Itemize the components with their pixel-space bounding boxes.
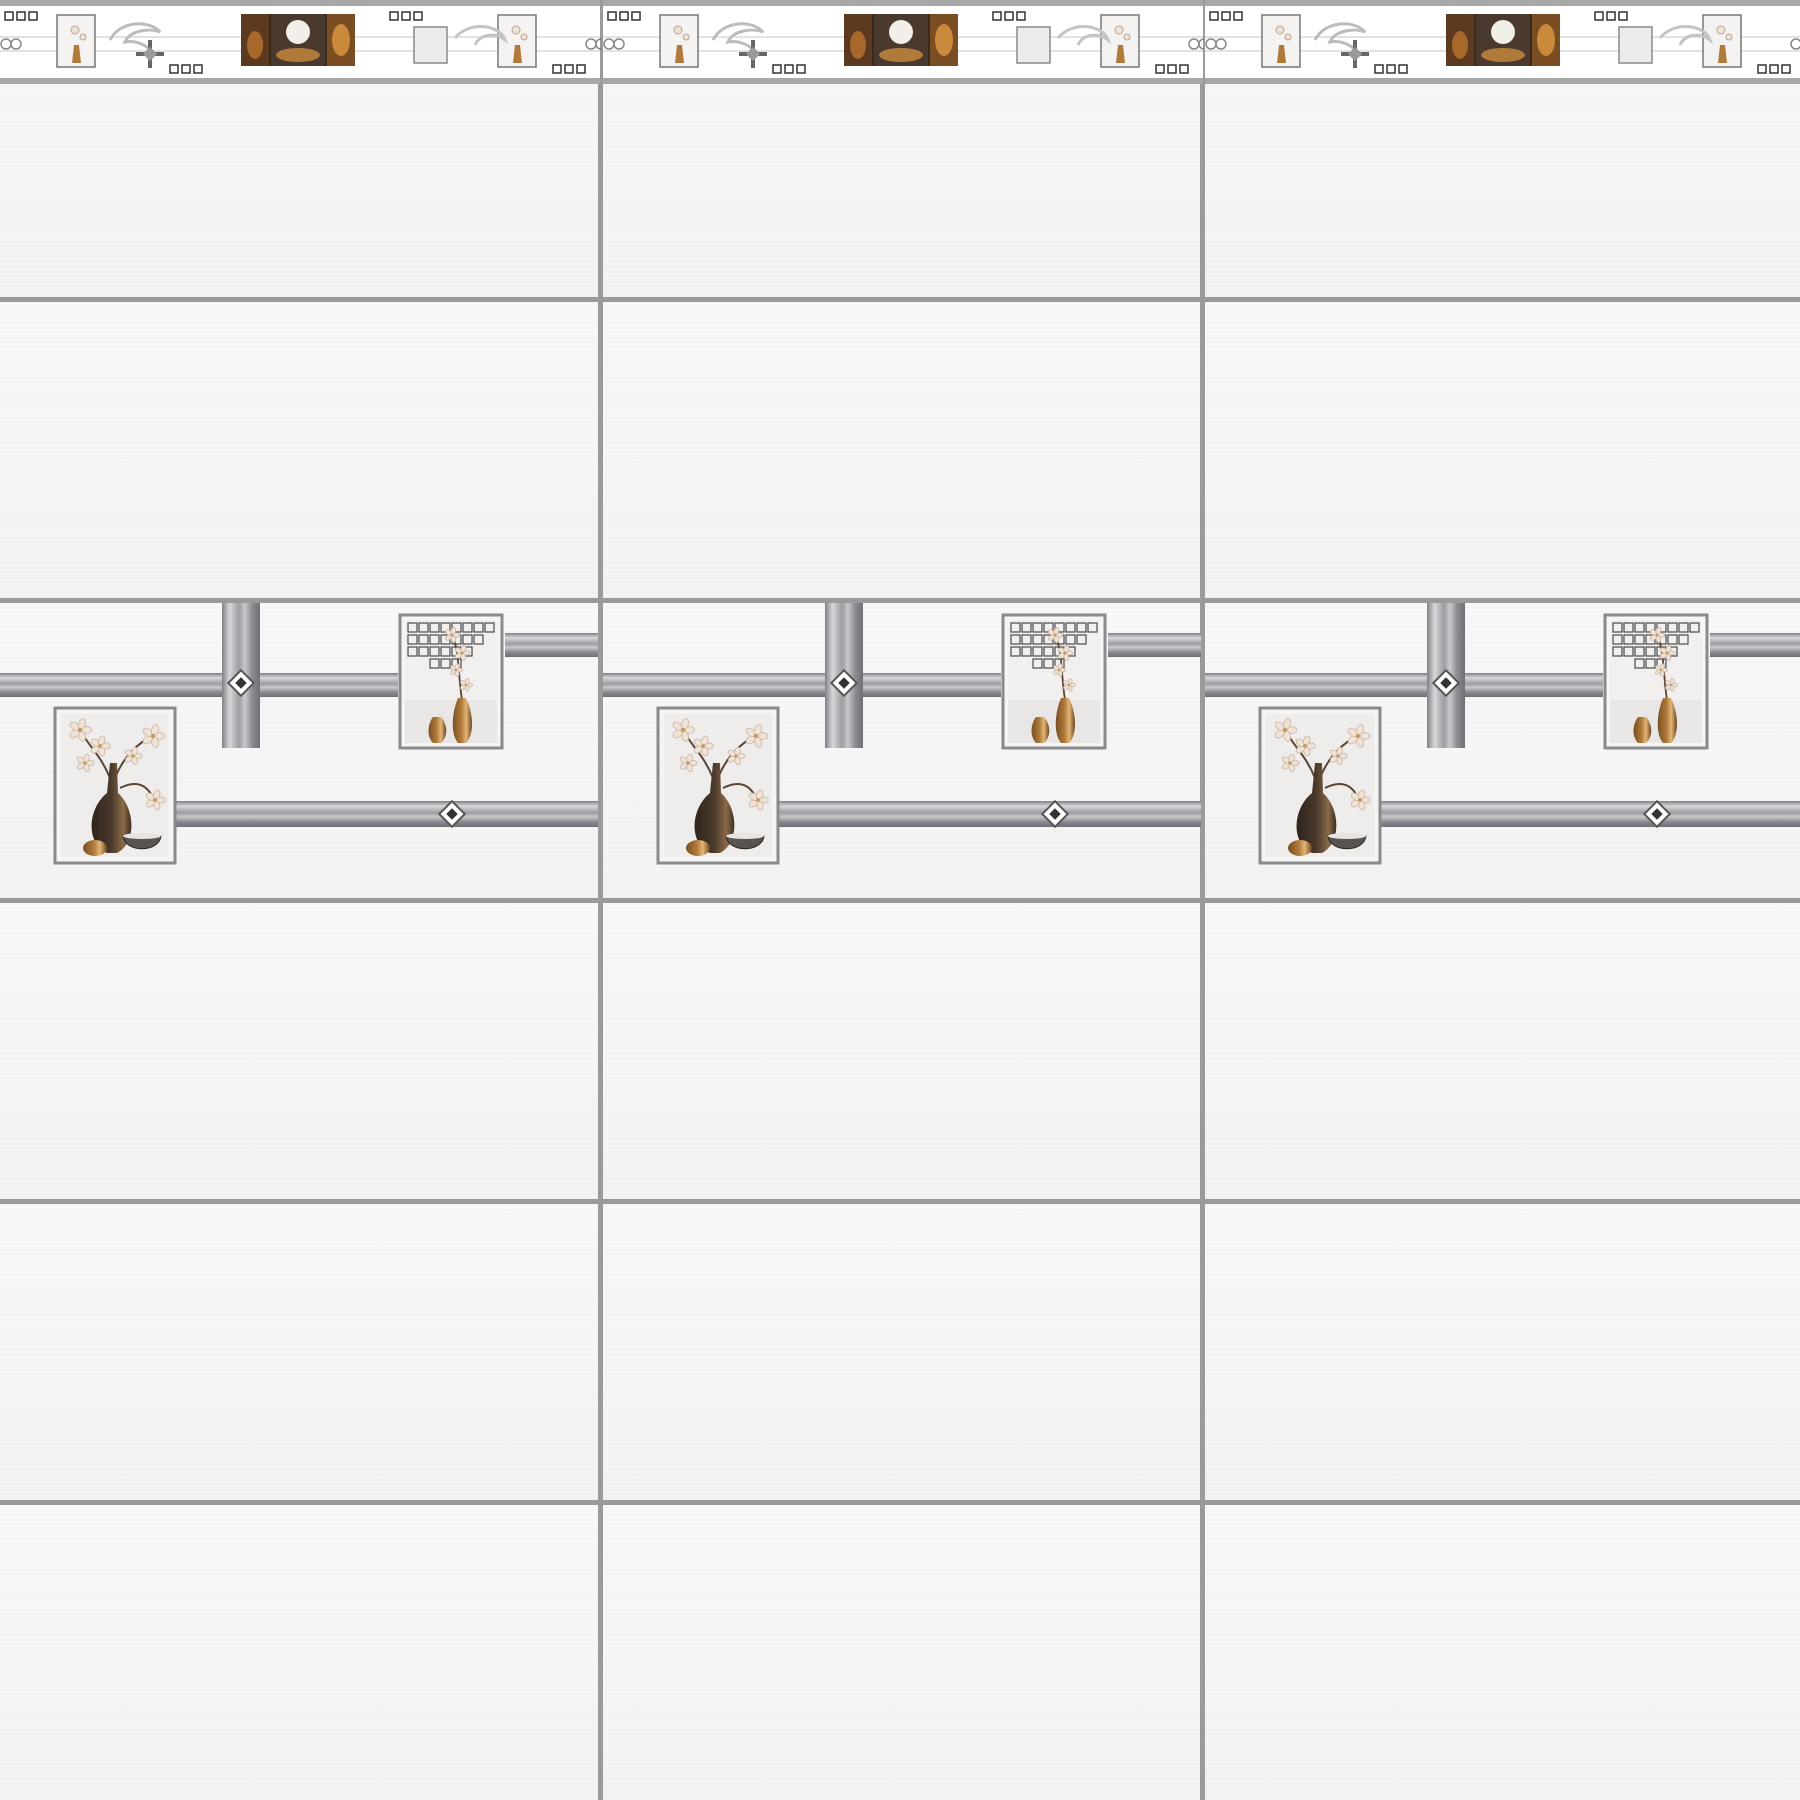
- gold-vases-with-orchid-icon: [1100, 14, 1140, 68]
- rail-bar: [176, 801, 598, 827]
- gold-vases-with-orchid-icon: [1001, 613, 1107, 750]
- wall-tile: [1205, 903, 1800, 1199]
- decor-tile-art: [1205, 603, 1800, 865]
- rail-bar: [258, 673, 398, 697]
- decor-tile-art: [603, 603, 1201, 865]
- wall-tile: [0, 302, 598, 598]
- border-panel: [0, 0, 607, 84]
- tiled-wall: [0, 0, 1800, 1800]
- wall-tile: [0, 1505, 598, 1800]
- gold-vases-with-orchid-icon: [659, 14, 699, 68]
- vase-with-magnolia-icon: [53, 706, 177, 865]
- gold-vases-with-orchid-icon: [1261, 14, 1301, 68]
- gold-vases-with-orchid-icon: [1603, 613, 1709, 750]
- border-panel: [603, 0, 1210, 84]
- wall-tile: [0, 903, 598, 1199]
- wall-tile: [603, 903, 1200, 1199]
- wall-tile: [1205, 302, 1800, 598]
- rail-bar: [505, 633, 598, 657]
- wall-tile: [1205, 1505, 1800, 1800]
- wall-tile: [1205, 1204, 1800, 1500]
- wall-tile: [0, 1204, 598, 1500]
- wall-tile: [603, 1505, 1200, 1800]
- rail-bar: [1463, 673, 1603, 697]
- gold-vases-with-orchid-icon: [497, 14, 537, 68]
- border-panel: [1205, 0, 1800, 84]
- wall-tile: [603, 302, 1200, 598]
- rail-bar: [1710, 633, 1800, 657]
- rail-bar: [1381, 801, 1800, 827]
- wall-tile: [603, 1204, 1200, 1500]
- rail-bar: [0, 673, 222, 697]
- gold-vases-with-orchid-icon: [56, 14, 96, 68]
- decor-tile-art: [0, 603, 598, 865]
- rail-bar: [861, 673, 1001, 697]
- rail-bar: [603, 673, 825, 697]
- rail-bar: [779, 801, 1201, 827]
- vase-with-magnolia-icon: [1258, 706, 1382, 865]
- rail-bar: [1108, 633, 1201, 657]
- vase-with-magnolia-icon: [656, 706, 780, 865]
- still-life-triptych-icon: [844, 14, 958, 66]
- gold-vases-with-orchid-icon: [398, 613, 504, 750]
- gold-vases-with-orchid-icon: [1702, 14, 1742, 68]
- still-life-triptych-icon: [241, 14, 355, 66]
- rail-bar: [1205, 673, 1427, 697]
- still-life-triptych-icon: [1446, 14, 1560, 66]
